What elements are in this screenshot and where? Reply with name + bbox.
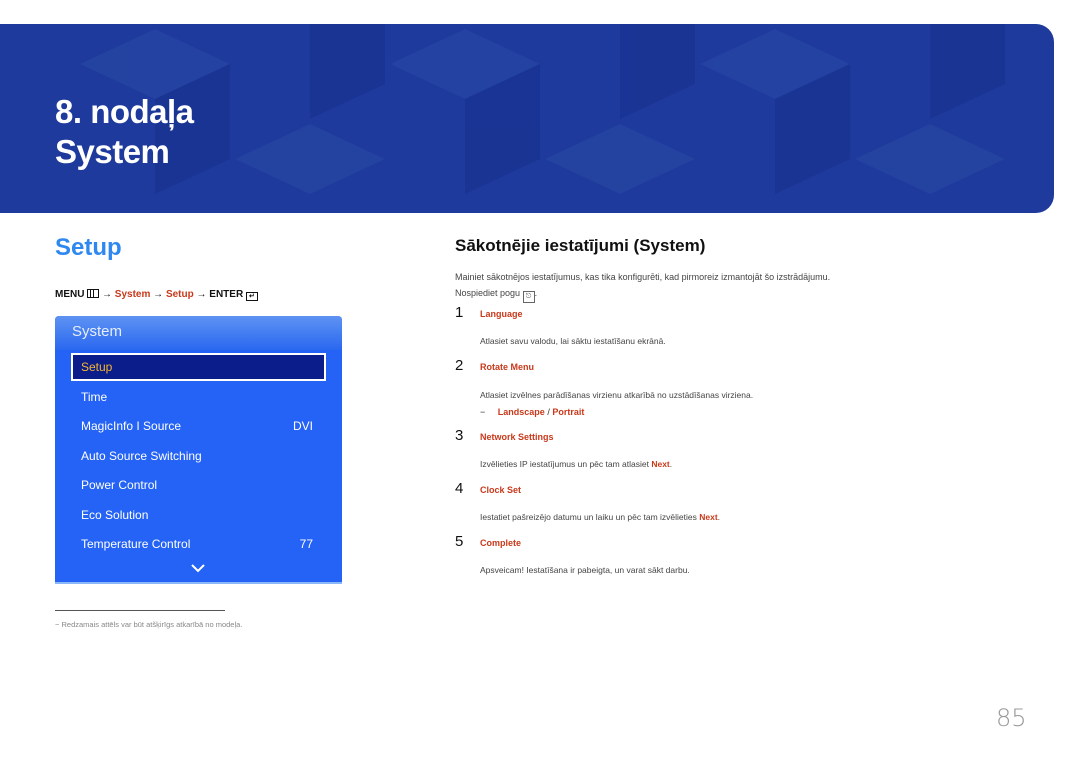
period: . (717, 512, 721, 522)
arrow: → (196, 289, 207, 300)
osd-item-magicinfo-source[interactable]: MagicInfo I Source DVI (71, 414, 323, 438)
osd-item-label: Setup (81, 360, 113, 374)
osd-item-value: DVI (292, 419, 313, 433)
step-title-clock-set: Clock Set (480, 485, 522, 495)
step-title-complete: Complete (480, 538, 522, 548)
osd-item-label: Power Control (81, 478, 158, 492)
step-desc: Atlasiet savu valodu, lai sāktu iestatīš… (480, 336, 666, 346)
chapter-banner: 8. nodaļa System (0, 24, 1054, 213)
period: . (669, 459, 673, 469)
next-keyword: Next (699, 512, 718, 522)
step-number: 4 (455, 480, 464, 497)
step-title-language: Language (480, 309, 523, 319)
page-number: 85 (996, 704, 1027, 732)
step-desc: Izvēlieties IP iestatījumus un pēc tam a… (480, 459, 672, 469)
step-desc: Iestatiet pašreizējo datumu un laiku un … (480, 512, 720, 522)
osd-item-temperature-control[interactable]: Temperature Control 77 (71, 532, 323, 556)
option-dash: − (480, 407, 486, 417)
rotate-options: − Landscape / Portrait (480, 407, 584, 417)
period: . (534, 288, 538, 298)
intro-sentence: Mainiet sākotnējos iestatījumus, kas tik… (455, 272, 831, 282)
menu-path: MENU → System → Setup → ENTER ↵ (55, 289, 258, 301)
menu-icon (87, 289, 100, 298)
subsection-heading: Sākotnējie iestatījumi (System) (455, 236, 706, 255)
desc-text: Iestatiet pašreizējo datumu un laiku un … (480, 512, 700, 522)
footnote-text: Redzamais attēls var būt atšķirīgs atkar… (61, 620, 243, 629)
path-setup: Setup (165, 289, 194, 300)
osd-item-time[interactable]: Time (71, 385, 323, 409)
menu-label: MENU (55, 289, 85, 300)
arrow: → (102, 289, 113, 300)
osd-item-value: 77 (299, 537, 313, 551)
arrow: → (153, 289, 164, 300)
option-landscape: Landscape (497, 407, 545, 417)
step-number: 3 (455, 427, 464, 444)
chapter-number: 8. nodaļa (55, 93, 194, 130)
desc-text: Izvēlieties IP iestatījumus un pēc tam a… (480, 459, 652, 469)
step-number: 1 (455, 304, 464, 321)
step-desc: Apsveicam! Iestatīšana ir pabeigta, un v… (480, 565, 690, 575)
next-keyword: Next (651, 459, 670, 469)
intro-text: Mainiet sākotnējos iestatījumus, kas tik… (455, 269, 895, 303)
chapter-title: System (55, 133, 170, 170)
option-portrait: Portrait (552, 407, 585, 417)
osd-menu: System Setup Time MagicInfo I Source DVI… (55, 316, 342, 584)
footnote-dash: − (55, 620, 60, 629)
chevron-down-icon[interactable] (191, 564, 205, 573)
footnote: − Redzamais attēls var būt atšķirīgs atk… (55, 620, 242, 629)
osd-item-label: Time (81, 390, 108, 404)
osd-item-eco-solution[interactable]: Eco Solution (71, 503, 323, 527)
step-number: 2 (455, 357, 464, 374)
step-title-rotate-menu: Rotate Menu (480, 362, 534, 372)
enter-label: ENTER (209, 289, 244, 300)
press-instruction: Nospiediet pogu (455, 288, 521, 298)
step-title-network-settings: Network Settings (480, 432, 554, 442)
osd-item-power-control[interactable]: Power Control (71, 473, 323, 497)
osd-item-label: Auto Source Switching (81, 449, 202, 463)
chapter-heading: 8. nodaļa System (55, 92, 194, 172)
osd-title: System (72, 323, 123, 340)
osd-item-label: MagicInfo I Source (81, 419, 182, 433)
power-button-icon: ⎋ (522, 291, 535, 303)
osd-item-setup[interactable]: Setup (71, 353, 326, 381)
osd-item-auto-source-switching[interactable]: Auto Source Switching (71, 444, 323, 468)
step-number: 5 (455, 533, 464, 550)
footnote-divider (55, 610, 225, 611)
section-title: Setup (55, 234, 122, 261)
path-system: System (114, 289, 151, 300)
step-desc: Atlasiet izvēlnes parādīšanas virzienu a… (480, 390, 754, 400)
osd-item-label: Temperature Control (81, 537, 191, 551)
enter-icon: ↵ (245, 292, 258, 301)
osd-header: System (55, 316, 342, 350)
osd-item-label: Eco Solution (81, 508, 149, 522)
